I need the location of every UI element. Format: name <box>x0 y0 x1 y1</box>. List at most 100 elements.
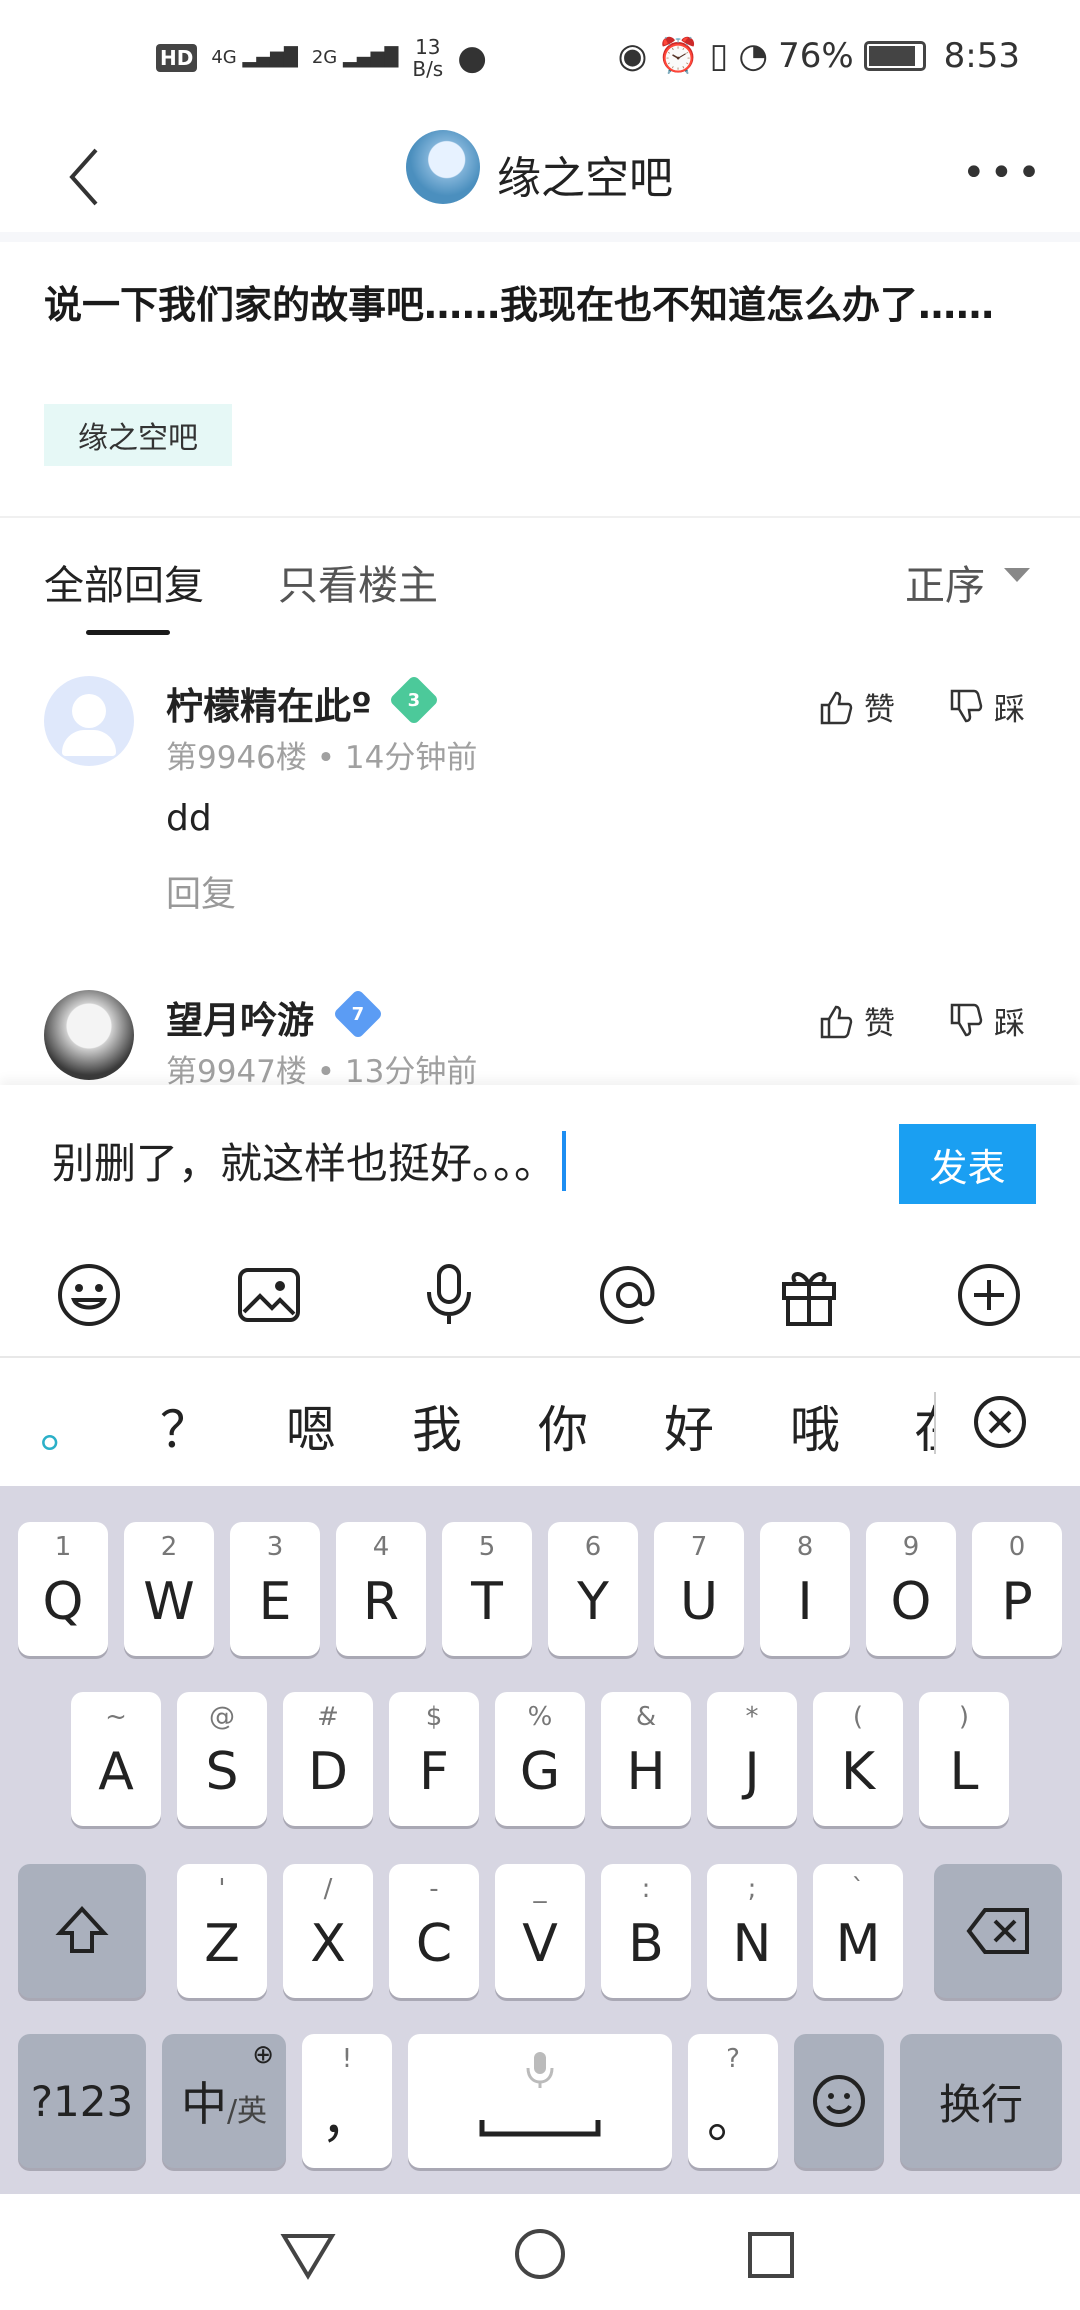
reply-username[interactable]: 望月吟游 <box>166 990 314 1044</box>
avatar[interactable] <box>44 676 134 766</box>
key-w[interactable]: 2W <box>124 1522 214 1656</box>
divider <box>0 516 1080 518</box>
key-e[interactable]: 3E <box>230 1522 320 1656</box>
vibrate-icon: ▯ <box>709 36 729 76</box>
microphone-icon <box>526 2052 554 2088</box>
space-key[interactable] <box>408 2034 672 2168</box>
qq-icon: ● <box>457 38 487 78</box>
key-t[interactable]: 5T <box>442 1522 532 1656</box>
key-a[interactable]: ~ A <box>71 1692 161 1826</box>
forum-name[interactable]: 缘之空吧 <box>497 142 673 206</box>
dislike-button[interactable]: 踩 <box>944 684 1025 729</box>
tab-owner-only[interactable]: 只看楼主 <box>278 553 438 611</box>
gift-icon[interactable] <box>776 1262 842 1328</box>
backspace-key[interactable] <box>934 1864 1062 1998</box>
dislike-button[interactable]: 踩 <box>944 998 1025 1043</box>
key-q[interactable]: 1Q <box>18 1522 108 1656</box>
reply-button[interactable]: 回复 <box>166 866 236 917</box>
space-bar-icon <box>479 2120 601 2137</box>
forum-tag[interactable]: 缘之空吧 <box>44 404 232 466</box>
battery-icon <box>863 41 926 71</box>
emoji-icon[interactable] <box>56 1262 122 1328</box>
candidate-word[interactable]: 我 <box>412 1390 462 1462</box>
key-d[interactable]: # D <box>283 1692 373 1826</box>
shift-icon <box>55 1906 109 1953</box>
clear-icon[interactable] <box>972 1394 1028 1450</box>
key-f[interactable]: $ F <box>389 1692 479 1826</box>
globe-icon: ⊕ <box>252 2040 274 2070</box>
key-b[interactable]: :B <box>601 1864 691 1998</box>
key-h[interactable]: & H <box>601 1692 691 1826</box>
image-icon[interactable] <box>236 1262 302 1328</box>
thumbs-up-icon <box>820 691 853 724</box>
candidate-word[interactable]: 嗯 <box>286 1390 336 1462</box>
tab-all-replies[interactable]: 全部回复 <box>44 553 204 611</box>
sort-dropdown[interactable]: 正序 <box>905 553 985 611</box>
key-v[interactable]: _ V <box>495 1864 585 1998</box>
back-arrow-icon[interactable] <box>62 142 112 212</box>
reply-input[interactable]: 别删了，就这样也挺好。。。 <box>52 1130 567 1191</box>
forum-avatar[interactable] <box>406 130 480 204</box>
key-n[interactable]: ; N <box>707 1864 797 1998</box>
level-badge: 7 <box>332 988 384 1040</box>
recents-square-icon[interactable] <box>746 2230 796 2280</box>
period-key[interactable]: ?。 <box>688 2034 778 2168</box>
candidate-word[interactable]: 你 <box>538 1390 588 1462</box>
candidate-word[interactable]: ？ <box>160 1390 210 1462</box>
comma-key[interactable]: !， <box>302 2034 392 2168</box>
data-saver-icon: ◔ <box>738 36 769 76</box>
back-triangle-icon[interactable] <box>280 2230 336 2280</box>
language-switch-key[interactable]: ⊕ 中/英 <box>162 2034 286 2168</box>
key-k[interactable]: (K <box>813 1692 903 1826</box>
backspace-icon <box>966 1908 1029 1954</box>
key-p[interactable]: 0P <box>972 1522 1062 1656</box>
enter-key[interactable]: 换行 <box>900 2034 1062 2168</box>
like-button[interactable]: 赞 <box>814 684 895 729</box>
home-circle-icon[interactable] <box>512 2226 568 2282</box>
key-l[interactable]: ) L <box>919 1692 1009 1826</box>
key-g[interactable]: % G <box>495 1692 585 1826</box>
key-x[interactable]: / X <box>283 1864 373 1998</box>
key-z[interactable]: ' Z <box>177 1864 267 1998</box>
clock: 8:53 <box>943 36 1020 76</box>
eye-icon: ◉ <box>617 36 648 76</box>
key-m[interactable]: ` M <box>813 1864 903 1998</box>
key-u[interactable]: 7U <box>654 1522 744 1656</box>
reply-content: dd <box>166 798 212 839</box>
key-o[interactable]: 9O <box>866 1522 956 1656</box>
like-button[interactable]: 赞 <box>814 998 895 1043</box>
candidate-word[interactable]: 。 <box>40 1390 90 1462</box>
shift-key[interactable] <box>18 1864 146 1998</box>
candidate-word[interactable]: 在 <box>914 1390 936 1462</box>
chevron-down-icon[interactable] <box>1004 568 1030 582</box>
mention-icon[interactable] <box>596 1262 662 1328</box>
sim2-signal: 2G ▂▄▆█ <box>311 47 399 68</box>
key-s[interactable]: @ S <box>177 1692 267 1826</box>
numbers-key[interactable]: ?123 <box>18 2034 146 2168</box>
thumbs-down-icon <box>950 1003 983 1036</box>
active-tab-indicator <box>86 630 170 635</box>
key-i[interactable]: 8I <box>760 1522 850 1656</box>
emoji-icon <box>813 2075 865 2127</box>
emoji-key[interactable] <box>794 2034 884 2168</box>
more-options-icon[interactable]: ••• <box>962 150 1045 196</box>
key-c[interactable]: -C <box>389 1864 479 1998</box>
thumbs-up-icon <box>820 1005 853 1038</box>
sim1-signal: 4G ▂▄▆█ <box>211 47 298 68</box>
candidate-word[interactable]: 哦 <box>790 1390 840 1462</box>
reply-username[interactable]: 柠檬精在此º <box>166 676 372 730</box>
text-cursor <box>562 1130 567 1191</box>
key-r[interactable]: 4R <box>336 1522 426 1656</box>
microphone-icon[interactable] <box>416 1262 482 1328</box>
status-bar: HD 4G ▂▄▆█ 2G ▂▄▆█ 13 B/s ● ◉ ⏰ ▯ ◔ 76% 8… <box>0 0 1080 120</box>
key-y[interactable]: 6Y <box>548 1522 638 1656</box>
system-navigation-bar <box>0 2194 1080 2310</box>
publish-button[interactable]: 发表 <box>899 1124 1036 1204</box>
key-j[interactable]: * J <box>707 1692 797 1826</box>
avatar[interactable] <box>44 990 134 1080</box>
divider <box>934 1392 936 1454</box>
thumbs-down-icon <box>950 689 983 722</box>
add-icon[interactable] <box>956 1262 1022 1328</box>
keyboard: 1Q 2W 3E 4R 5T 6Y 7U 8I 9O 0P ~ A @ S # D $… <box>0 1486 1080 2194</box>
candidate-word[interactable]: 好 <box>664 1390 714 1462</box>
